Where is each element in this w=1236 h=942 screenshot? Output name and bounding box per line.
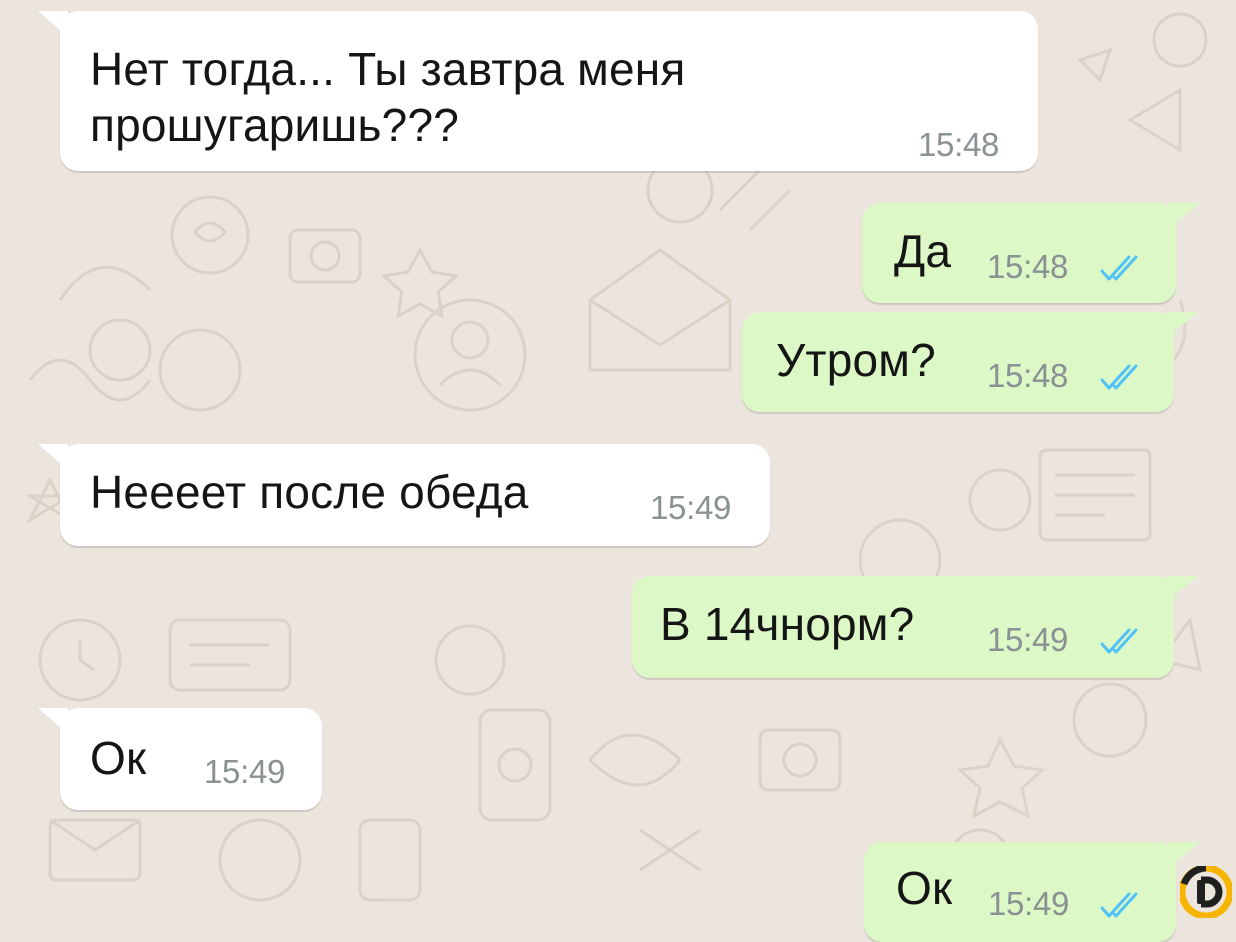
incoming-message-bubble[interactable]: Нет тогда... Ты завтра меня прошугаришь?… — [38, 11, 1038, 171]
message-time: 15:49 — [204, 753, 286, 790]
bubble-tail — [38, 708, 68, 734]
bubble-tail — [38, 11, 68, 37]
chat-messages: Нет тогда... Ты завтра меня прошугаришь?… — [0, 0, 1236, 942]
double-check-icon — [1100, 255, 1138, 281]
outgoing-message-bubble[interactable]: Ок 15:49 — [864, 842, 1200, 942]
bubble-tail — [1168, 203, 1200, 229]
bubble-tail — [1166, 576, 1198, 602]
bubble-tail — [1168, 842, 1200, 868]
message-text: В 14чнорм? — [660, 598, 915, 650]
message-text: Да — [894, 225, 952, 277]
message-text: Нет тогда... Ты завтра меня прошугаришь?… — [90, 43, 686, 151]
message-text: Неееет после обеда — [90, 466, 529, 518]
message-time: 15:48 — [987, 357, 1069, 394]
incoming-message-bubble[interactable]: Неееет после обеда 15:49 — [38, 444, 770, 546]
message-text: Ок — [90, 732, 147, 784]
outgoing-message-bubble[interactable]: Да 15:48 — [862, 203, 1200, 303]
message-time: 15:49 — [650, 489, 732, 526]
outgoing-message-bubble[interactable]: В 14чнорм? 15:49 — [632, 576, 1198, 678]
message-text: Ок — [896, 862, 953, 914]
double-check-icon — [1100, 892, 1138, 918]
message-time: 15:48 — [987, 248, 1069, 285]
bubble-tail — [38, 444, 68, 470]
double-check-icon — [1100, 628, 1138, 654]
incoming-message-bubble[interactable]: Ок 15:49 — [38, 708, 322, 810]
outgoing-message-bubble[interactable]: Утром? 15:48 — [742, 312, 1198, 412]
message-time: 15:49 — [988, 885, 1070, 922]
double-check-icon — [1100, 364, 1138, 390]
brand-logo-icon — [1180, 866, 1232, 918]
message-time: 15:48 — [918, 126, 1000, 163]
message-time: 15:49 — [987, 621, 1069, 658]
message-text: Утром? — [776, 334, 936, 386]
bubble-tail — [1166, 312, 1198, 338]
